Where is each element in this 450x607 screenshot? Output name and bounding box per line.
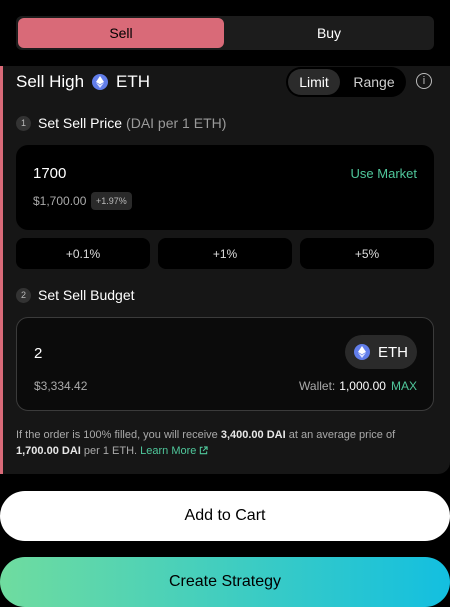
wallet-label: Wallet: bbox=[299, 379, 336, 393]
step-number: 2 bbox=[16, 287, 31, 303]
preset-button[interactable]: +5% bbox=[300, 238, 434, 269]
range-toggle[interactable]: Range bbox=[344, 69, 404, 95]
eth-icon bbox=[92, 74, 109, 90]
limit-toggle[interactable]: Limit bbox=[288, 69, 340, 95]
step-label: Set Sell Budget bbox=[38, 287, 135, 303]
price-change-badge: +1.97% bbox=[91, 192, 132, 210]
preset-button[interactable]: +0.1% bbox=[16, 238, 150, 269]
eth-icon bbox=[354, 344, 370, 360]
step-sell-price: 1 Set Sell Price (DAI per 1 ETH) bbox=[16, 115, 226, 131]
tab-buy[interactable]: Buy bbox=[226, 18, 432, 48]
title-token: ETH bbox=[116, 72, 151, 91]
wallet-value: 1,000.00 bbox=[339, 379, 386, 393]
sell-budget-usd: $3,334.42 bbox=[34, 379, 88, 393]
side-tabs: Sell Buy bbox=[16, 16, 434, 50]
learn-more-label: Learn More bbox=[140, 445, 197, 457]
panel-title: Sell High ETH bbox=[16, 72, 150, 92]
note-text: at an average price of bbox=[288, 429, 396, 441]
token-label: ETH bbox=[378, 343, 408, 361]
sell-budget-box: 2 ETH $3,334.42 Wallet: 1,000.00 MAX bbox=[16, 317, 434, 411]
external-link-icon bbox=[199, 445, 209, 457]
sell-price-box: 1700 Use Market $1,700.00 +1.97% bbox=[16, 145, 434, 230]
use-market-button[interactable]: Use Market bbox=[351, 166, 417, 181]
step-sell-budget: 2 Set Sell Budget bbox=[16, 287, 135, 303]
info-icon[interactable]: i bbox=[416, 73, 432, 89]
title-label: Sell High bbox=[16, 72, 85, 91]
note-average-price: 1,700.00 DAI bbox=[16, 445, 81, 457]
note-text: If the order is 100% filled, you will re… bbox=[16, 429, 218, 441]
preset-button[interactable]: +1% bbox=[158, 238, 292, 269]
order-summary-note: If the order is 100% filled, you will re… bbox=[16, 427, 426, 459]
note-receive-amount: 3,400.00 DAI bbox=[220, 429, 286, 441]
sell-price-input[interactable]: 1700 bbox=[33, 165, 66, 182]
note-text: per 1 ETH. bbox=[83, 445, 138, 457]
step-label: Set Sell Price bbox=[38, 115, 123, 131]
sell-budget-input[interactable]: 2 bbox=[34, 345, 42, 362]
order-type-toggle: Limit Range bbox=[286, 67, 406, 97]
learn-more-link[interactable]: Learn More bbox=[140, 445, 209, 457]
create-strategy-button[interactable]: Create Strategy bbox=[0, 557, 450, 607]
max-button[interactable]: MAX bbox=[391, 379, 417, 393]
token-selector[interactable]: ETH bbox=[345, 335, 417, 369]
add-to-cart-button[interactable]: Add to Cart bbox=[0, 491, 450, 541]
step-number: 1 bbox=[16, 115, 31, 131]
step-sub-label: (DAI per 1 ETH) bbox=[126, 115, 227, 131]
tab-sell[interactable]: Sell bbox=[18, 18, 224, 48]
sell-price-usd: $1,700.00 bbox=[33, 194, 87, 208]
wallet-balance: Wallet: 1,000.00 MAX bbox=[299, 379, 417, 393]
